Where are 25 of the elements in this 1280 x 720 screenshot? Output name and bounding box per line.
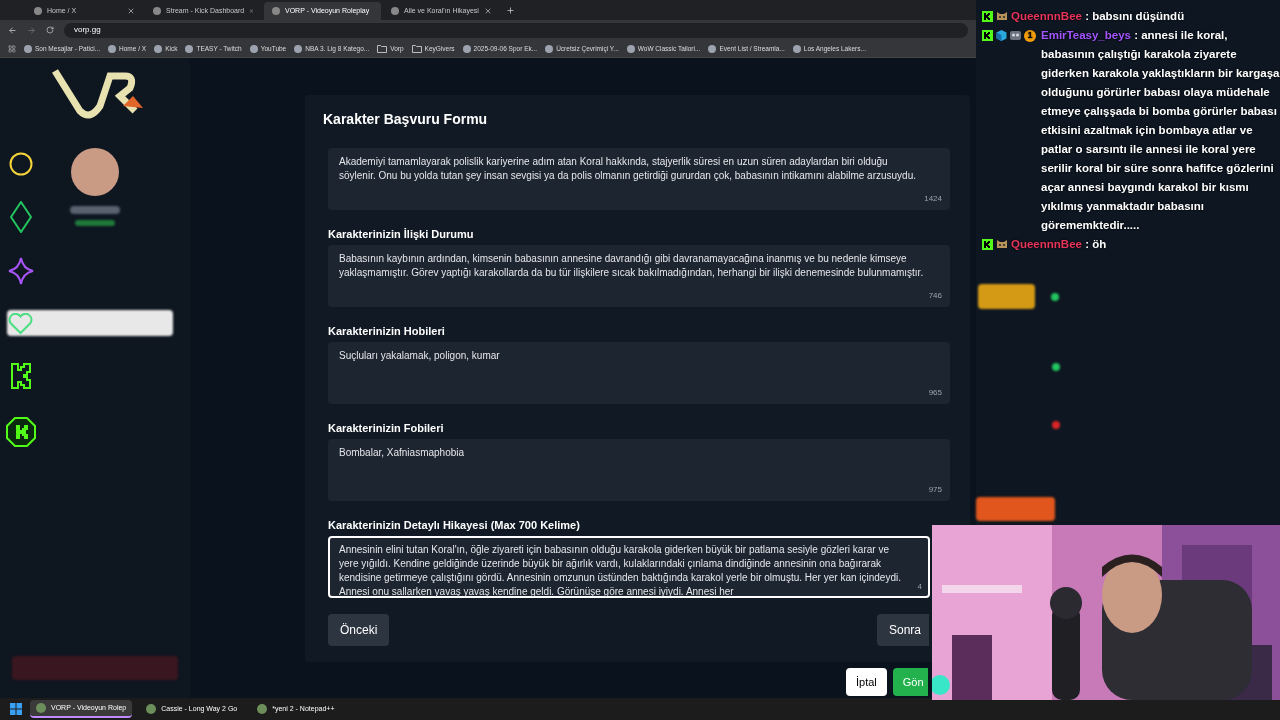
cancel-button[interactable]: İptal [846, 668, 887, 696]
chat-message: EmirTeasy_beys : annesi ile koral, babasının çalıştığı karakola ziyarete giderken karakola yaklaştıkların bir kargaşa olduğunu görürler babası olaya müdehale etmeye çalışşada bi bomba görürler babası etkisini azaltmak için bombaya atlar ve patlar o sarsıntı ile annesi ile koral yere serilir koral bir süre sonra hafifce gözlerini açar annesi baygındı karakol bir kısmı yıkılmış yanmaktadır babasını görememktedir..... [1041, 28, 1280, 233]
text-area-value: Babasının kaybının ardından, kimsenin babasının annesine davrandığı gibi davranamayacağına inanmış ve bu nedenle kimseye yaklaşmamıştır. Görev yaptığı karakollarda da bu tür ilişkilere sıcak bakılmadığından, herhangi bir ilişki denemesinde bulunmamıştır. [339, 253, 924, 278]
field-label: Karakterinizin Hobileri [328, 324, 446, 335]
form-title: Karakter Başvuru Formu [323, 110, 489, 129]
next-button[interactable]: Sonra [876, 614, 929, 646]
field-label: Karakterinizin Detaylı Hikayesi (Max 700 Kelime) [328, 518, 581, 529]
character-counter: 746 [928, 290, 942, 302]
character-counter: 1424 [924, 193, 942, 205]
text-area-value: Annesinin elini tutan Koral'ın, öğle ziyareti için babasının olduğu karakola giderken büyük bir patlama sesiyle gözleri karar ve yere yığıldı. Kendine geldiğinde üzerinde büyük bir ağırlık vardı, kulaklarındaki çınlama dindiğinde annesinin ona bağırarak kendisine getirmeye çalıştığını gördü. Annesinin omzunun üstünden baktığında karakol yerle bir olmuştu. Her yer kan içindeydi. Annesi onu sallarken yavaş yavaş kendine geldi. Görünüşe göre annesi iyiydi. Annesi her [339, 544, 901, 597]
chat-message: QueennnBee : öh [1011, 237, 1107, 252]
address-field[interactable]: vorp.gg [64, 22, 968, 38]
character-counter: 975 [928, 484, 942, 496]
text-area[interactable]: Bombalar, Xafniasmaphobia 975 [328, 439, 950, 501]
text-area-value: Akademiyi tamamlayarak polislik kariyerine adım atan Koral hakkında, stajyerlik süresi en uzun süren adaylardan biri olduğu söylenir. Onu bu yolda tutan şey insan sevgisi ya da polis olmanın getirdiği gururdan çok, babasının intikamını alabilme arzusuydu. [339, 156, 916, 181]
text-area-value: Bombalar, Xafniasmaphobia [339, 447, 465, 458]
character-counter: 965 [928, 387, 942, 399]
field-label: Karakterinizin İlişki Durumu [328, 227, 475, 238]
previous-button[interactable]: Önceki [328, 614, 390, 646]
text-area[interactable]: Suçluları yakalamak, poligon, kumar 965 [328, 342, 950, 404]
chat-message: QueennnBee : babsını düşündü [1011, 9, 1185, 24]
field-label: Karakterinizin Fobileri [328, 421, 445, 432]
character-counter: 4 [917, 581, 922, 593]
text-area-value: Suçluları yakalamak, poligon, kumar [339, 350, 500, 361]
count-badge: 1 [1024, 29, 1036, 42]
